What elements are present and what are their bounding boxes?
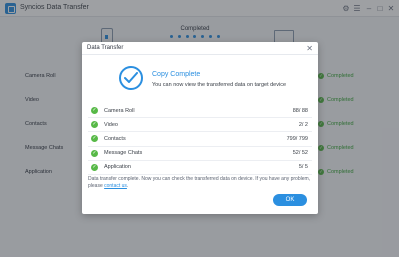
list-item: ✓ Message Chats 52/ 52: [88, 147, 312, 161]
item-label: Application: [104, 164, 131, 171]
list-item: ✓ Application 5/ 5: [88, 161, 312, 175]
close-icon[interactable]: ✕: [306, 43, 313, 54]
check-icon: ✓: [91, 121, 98, 129]
item-label: Contacts: [104, 135, 126, 142]
item-count: 2/ 2: [298, 121, 308, 128]
list-item: ✓ Video 2/ 2: [88, 118, 312, 133]
success-check-icon: [119, 66, 143, 90]
check-icon: ✓: [91, 135, 98, 143]
note-suffix: .: [126, 183, 129, 189]
ok-button[interactable]: OK: [273, 194, 307, 206]
item-label: Camera Roll: [104, 107, 135, 114]
item-count: 88/ 88: [292, 107, 308, 114]
completion-note: Data transfer complete. Now you can chec…: [88, 176, 314, 190]
item-count: 5/ 5: [298, 164, 308, 171]
data-transfer-dialog: Data Transfer ✕ Copy Complete You can no…: [82, 42, 318, 214]
copy-complete-subheading: You can now view the transferred data on…: [152, 82, 287, 88]
copy-complete-heading: Copy Complete: [152, 71, 201, 78]
item-label: Message Chats: [104, 150, 143, 157]
check-icon: ✓: [91, 149, 98, 157]
check-icon: ✓: [91, 107, 98, 115]
list-item: ✓ Camera Roll 88/ 88: [88, 104, 312, 119]
list-item: ✓ Contacts 799/ 799: [88, 132, 312, 147]
transfer-results-list: ✓ Camera Roll 88/ 88 ✓ Video 2/ 2 ✓ Cont…: [88, 104, 312, 175]
item-count: 799/ 799: [286, 135, 308, 142]
item-label: Video: [104, 121, 118, 128]
item-count: 52/ 52: [292, 150, 308, 157]
dialog-header: Data Transfer ✕: [82, 42, 318, 55]
check-icon: ✓: [91, 163, 98, 171]
contact-us-link[interactable]: contact us: [104, 183, 127, 189]
dialog-title: Data Transfer: [87, 45, 124, 51]
